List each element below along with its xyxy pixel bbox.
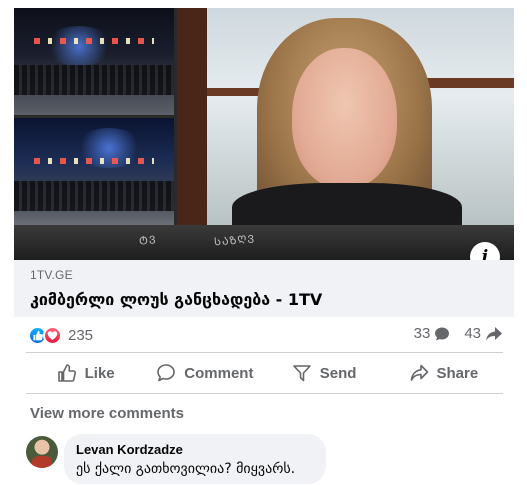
video-frame <box>177 8 514 225</box>
comment-count: 33 <box>413 325 431 342</box>
comment-text: ეს ქალი გათხოვილია? მიყვარს. <box>76 461 296 477</box>
comment-bubble-icon <box>435 327 450 340</box>
strip-text-right: ᲡᲐᲖᲦᲕ <box>213 232 256 249</box>
comment-label: Comment <box>184 364 254 382</box>
link-preview[interactable]: 1TV.GE კიმბერლი ლოუს განცხადება - 1TV <box>14 260 514 317</box>
strip-text-left: ᲢᲕ <box>138 233 158 248</box>
link-domain: 1TV.GE <box>30 268 73 282</box>
divider-top <box>26 352 503 353</box>
broadcast-strip: ᲢᲕ ᲡᲐᲖᲦᲕ <box>14 225 514 260</box>
send-label: Send <box>319 364 357 382</box>
send-button[interactable]: Send <box>265 354 384 392</box>
like-button[interactable]: Like <box>26 354 145 392</box>
thumbs-up-icon <box>57 364 76 382</box>
share-button[interactable]: Share <box>384 354 503 392</box>
comment-count-link[interactable]: 33 <box>414 325 451 342</box>
engagement-stats: 33 43 <box>414 325 503 342</box>
send-icon <box>292 365 311 382</box>
reactions-summary[interactable]: 235 <box>28 324 93 346</box>
like-label: Like <box>84 364 115 382</box>
post-actions: Like Comment Send Share <box>26 354 503 392</box>
feed-post: ᲢᲕ ᲡᲐᲖᲦᲕ i 1TV.GE კიმბერლი ლოუს განცხადე… <box>0 0 527 485</box>
view-more-comments-link[interactable]: View more comments <box>30 405 184 422</box>
reaction-count: 235 <box>68 326 94 344</box>
love-reaction-icon <box>43 325 62 345</box>
protest-photo-top <box>14 8 174 115</box>
avatar[interactable] <box>26 436 58 468</box>
comment-bubble: Levan Kordzadze ეს ქალი გათხოვილია? მიყვ… <box>64 434 326 484</box>
share-count-link[interactable]: 43 <box>464 325 503 342</box>
comment-author[interactable]: Levan Kordzadze <box>76 442 314 457</box>
divider-bottom <box>26 393 503 394</box>
protest-photo-bottom <box>14 118 174 225</box>
post-media[interactable]: ᲢᲕ ᲡᲐᲖᲦᲕ <box>14 8 514 260</box>
comment-icon <box>157 364 176 382</box>
share-count: 43 <box>464 325 481 342</box>
share-label: Share <box>436 364 479 382</box>
share-icon <box>410 364 428 381</box>
share-arrow-icon <box>486 326 502 341</box>
comment-button[interactable]: Comment <box>145 354 264 392</box>
link-title: კიმბერლი ლოუს განცხადება - 1TV <box>30 290 323 309</box>
